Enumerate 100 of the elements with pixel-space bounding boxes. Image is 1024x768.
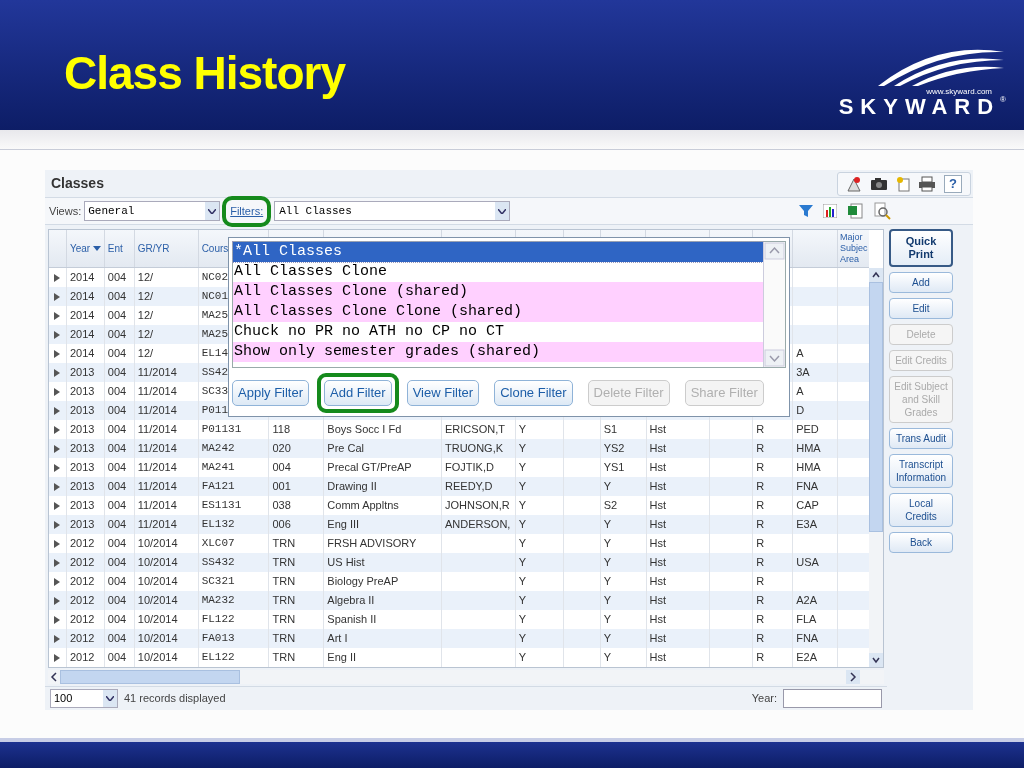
side-button[interactable]: Edit xyxy=(889,298,953,320)
table-cell-text: PED xyxy=(796,422,819,438)
table-cell-text: 004 xyxy=(107,346,127,362)
filter-option[interactable]: Show only semester grades (shared) xyxy=(233,342,763,363)
table-cell-text: 004 xyxy=(107,384,127,400)
column-header[interactable]: GR/YR xyxy=(136,241,170,257)
column-header[interactable]: Cours xyxy=(200,241,229,257)
page-size-select[interactable]: 100 xyxy=(50,689,118,709)
table-cell-text: FA013 xyxy=(201,631,235,647)
table-cell-text: FNA xyxy=(796,479,819,495)
table-cell-text: 10/2014 xyxy=(137,631,178,647)
expand-arrow-icon[interactable] xyxy=(54,501,61,510)
table-cell-text: 004 xyxy=(272,460,291,476)
side-button[interactable]: Quick Print xyxy=(889,229,953,268)
magnifier-document-icon[interactable] xyxy=(873,202,891,221)
bar-chart-icon[interactable] xyxy=(823,204,837,219)
expand-arrow-icon[interactable] xyxy=(54,577,61,586)
spreadsheet-icon[interactable] xyxy=(847,203,863,220)
expand-arrow-icon[interactable] xyxy=(54,368,61,377)
side-button[interactable]: Add xyxy=(889,272,953,294)
expand-arrow-icon[interactable] xyxy=(54,482,61,491)
table-cell-text: 11/2014 xyxy=(137,403,177,419)
scroll-up-icon[interactable] xyxy=(869,268,883,283)
column-header[interactable]: Year xyxy=(68,241,102,257)
expand-arrow-icon[interactable] xyxy=(54,520,61,529)
expand-arrow-icon[interactable] xyxy=(54,330,61,339)
table-cell-text: 10/2014 xyxy=(137,536,178,552)
filter-option[interactable]: *All Classes xyxy=(233,242,763,263)
expand-arrow-icon[interactable] xyxy=(54,444,61,453)
expand-arrow-icon[interactable] xyxy=(54,387,61,396)
expand-arrow-icon[interactable] xyxy=(54,634,61,643)
expand-arrow-icon[interactable] xyxy=(54,292,61,301)
table-cell-text: R xyxy=(756,536,765,552)
filter-button[interactable]: Add Filter xyxy=(324,380,392,407)
table-cell-text: Spanish II xyxy=(327,612,377,628)
table-cell-text: Eng III xyxy=(327,517,360,533)
expand-arrow-icon[interactable] xyxy=(54,596,61,605)
table-cell-text: EL122 xyxy=(201,650,235,666)
table-cell-text: 12/ xyxy=(137,346,154,362)
expand-arrow-icon[interactable] xyxy=(54,425,61,434)
expand-arrow-icon[interactable] xyxy=(54,349,61,358)
table-cell-text: 004 xyxy=(107,422,127,438)
filter-select[interactable]: All Classes xyxy=(274,201,511,222)
side-button[interactable]: Back xyxy=(889,532,953,554)
column-header[interactable]: Ent xyxy=(106,241,123,257)
scroll-down-icon[interactable] xyxy=(869,653,883,668)
filter-button[interactable]: Clone Filter xyxy=(494,380,573,407)
table-cell-text: Boys Socc I Fd xyxy=(327,422,402,438)
views-select[interactable]: General xyxy=(84,201,221,222)
print-icon[interactable] xyxy=(918,175,937,192)
table-cell-text: 2012 xyxy=(69,612,95,628)
table-cell-text: 004 xyxy=(107,365,127,381)
year-field[interactable] xyxy=(783,689,882,709)
scroll-thumb[interactable] xyxy=(60,670,240,685)
table-cell-text: Hst xyxy=(649,422,667,438)
filter-button[interactable]: View Filter xyxy=(406,380,480,407)
table-cell-text: 004 xyxy=(107,327,127,343)
side-button[interactable]: Transcript Information xyxy=(889,454,953,489)
expand-arrow-icon[interactable] xyxy=(54,539,61,548)
table-cell-text: 2012 xyxy=(69,631,95,647)
table-cell-text: 2012 xyxy=(69,593,95,609)
filter-option[interactable]: All Classes Clone (shared) xyxy=(233,282,763,303)
table-cell-text: 11/2014 xyxy=(137,479,177,495)
table-cell-text: CAP xyxy=(796,498,819,514)
scroll-thumb[interactable] xyxy=(869,282,883,533)
scroll-right-icon[interactable] xyxy=(846,670,860,685)
table-cell-text: Hst xyxy=(649,650,667,666)
expand-arrow-icon[interactable] xyxy=(54,463,61,472)
column-header[interactable]: Major Subjec Area xyxy=(840,232,868,266)
table-cell-text: 004 xyxy=(107,289,127,305)
table-cell-text: 004 xyxy=(107,574,127,590)
table-cell-text: Y xyxy=(518,612,527,628)
expand-arrow-icon[interactable] xyxy=(54,558,61,567)
help-button[interactable]: ? xyxy=(944,174,962,193)
filter-option[interactable]: All Classes Clone Clone (shared) xyxy=(233,302,763,323)
filter-button[interactable]: Apply Filter xyxy=(232,380,310,407)
table-cell-text: R xyxy=(756,441,765,457)
table-cell-text: Y xyxy=(603,555,611,571)
warning-pin-icon[interactable] xyxy=(846,175,863,192)
horizontal-scrollbar[interactable] xyxy=(48,670,884,685)
table-cell-text: 004 xyxy=(107,479,127,495)
expand-arrow-icon[interactable] xyxy=(54,273,61,282)
table-cell-text: Y xyxy=(603,631,611,647)
expand-arrow-icon[interactable] xyxy=(54,615,61,624)
table-cell-text: Hst xyxy=(649,441,667,457)
expand-arrow-icon[interactable] xyxy=(54,406,61,415)
camera-icon[interactable] xyxy=(870,176,889,191)
table-cell-text: Y xyxy=(603,650,611,666)
side-button[interactable]: Local Credits xyxy=(889,493,953,528)
table-cell-text: R xyxy=(756,593,765,609)
expand-arrow-icon[interactable] xyxy=(54,311,61,320)
table-cell-text: 2013 xyxy=(69,498,95,514)
expand-arrow-icon[interactable] xyxy=(54,653,61,662)
vertical-scrollbar[interactable] xyxy=(869,268,883,668)
views-label: Views: xyxy=(49,204,82,220)
table-cell-text: 038 xyxy=(272,498,291,514)
funnel-icon[interactable] xyxy=(799,204,813,219)
table-cell-text: TRN xyxy=(272,612,296,628)
side-button[interactable]: Trans Audit xyxy=(889,428,953,450)
table-cell-text: Y xyxy=(518,650,527,666)
